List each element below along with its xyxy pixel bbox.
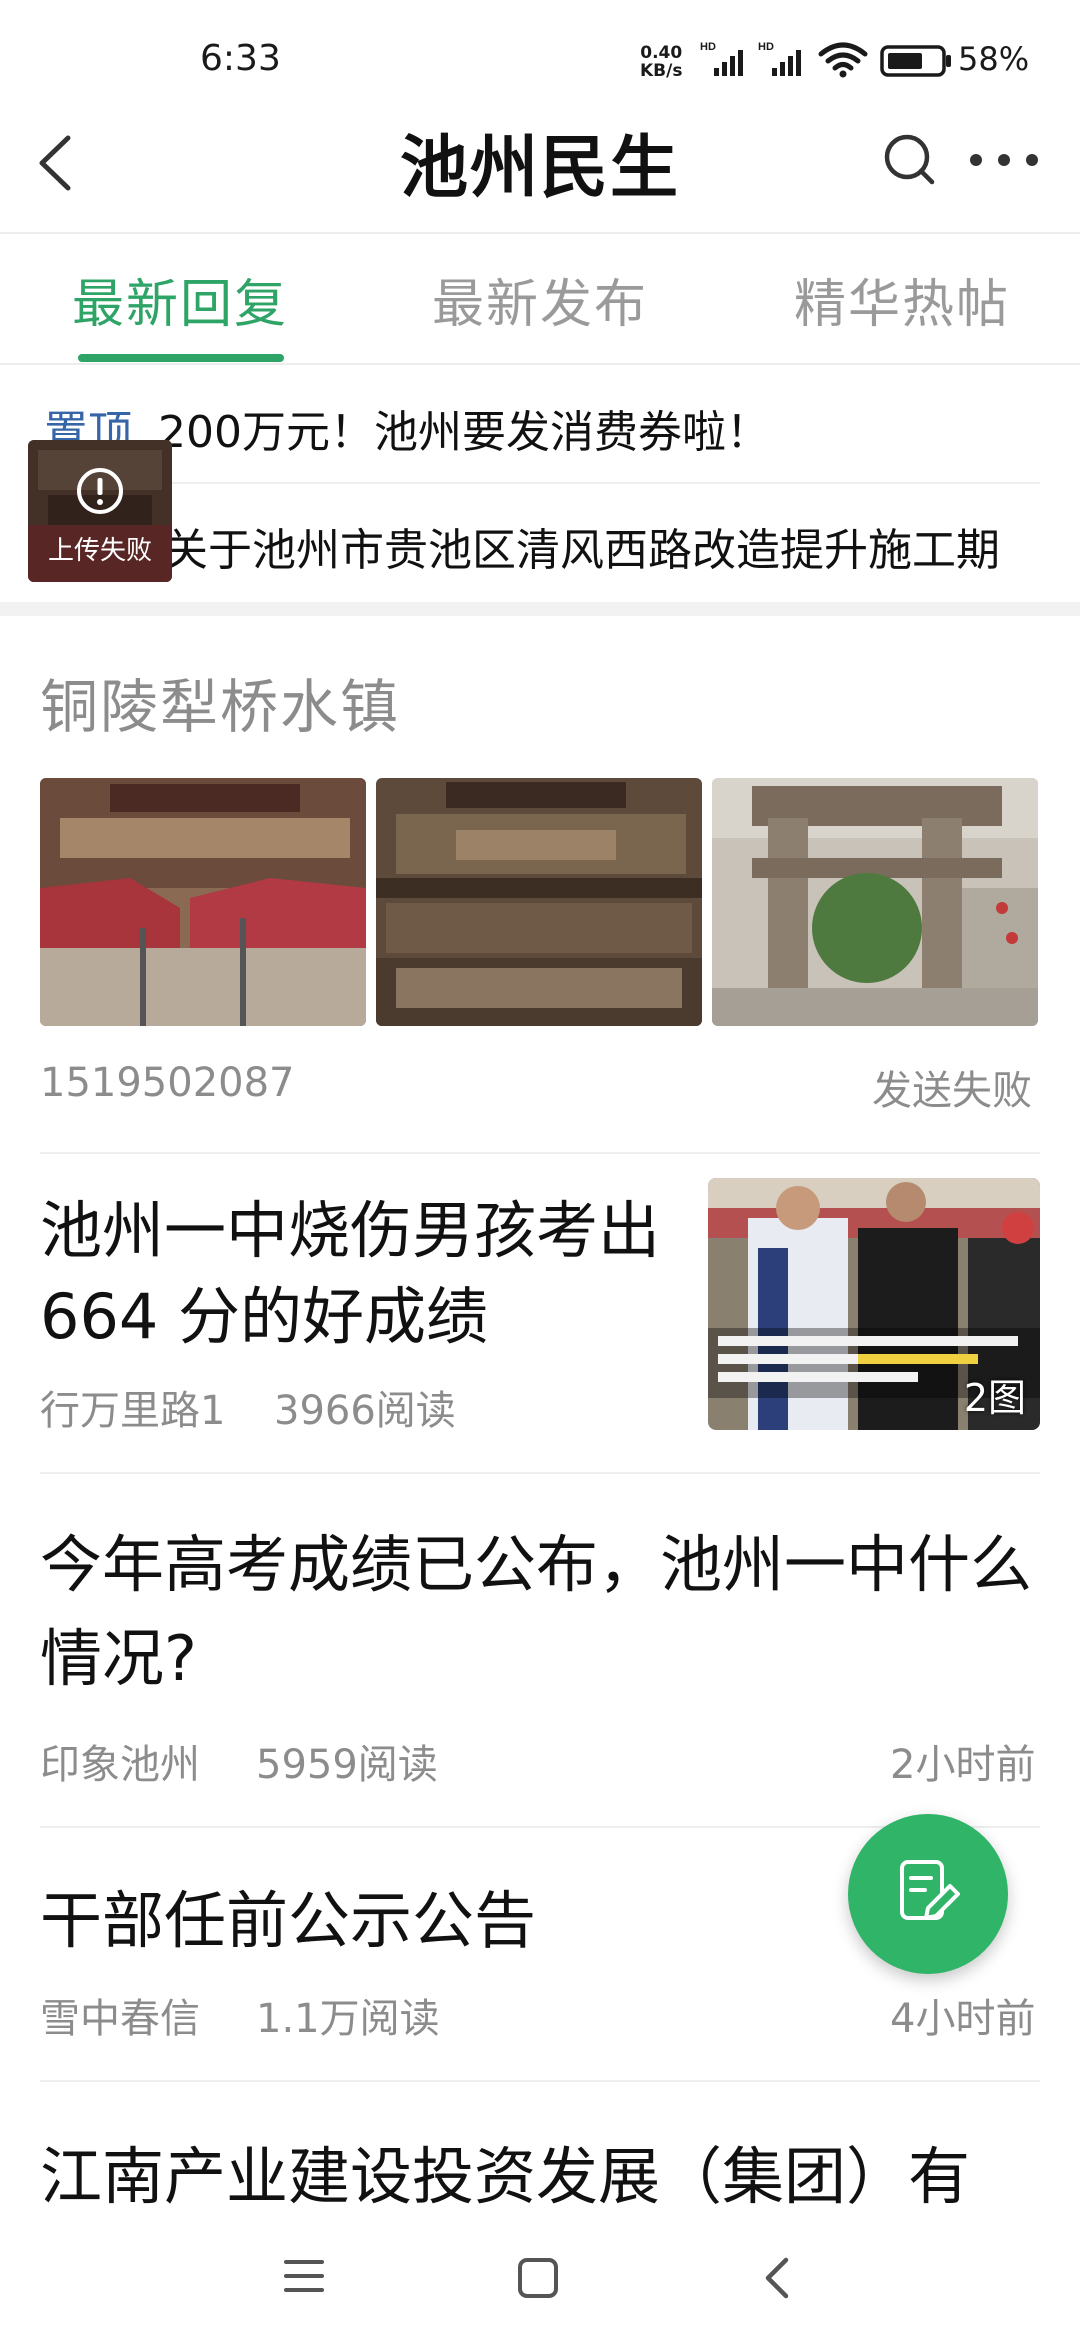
post-author[interactable]: 行万里路1 (40, 1378, 225, 1436)
post-read-count: 1.1万阅读 (256, 1996, 440, 2042)
system-nav-bar (0, 2220, 1080, 2340)
battery-icon (880, 45, 951, 77)
post-time: 4小时前 (890, 1996, 1036, 2042)
post-author[interactable]: 印象池州 (40, 1732, 200, 1790)
more-button[interactable] (966, 140, 1046, 180)
post-title[interactable]: 江南产业建设投资发展（集团）有 (40, 2126, 970, 2216)
tabs-divider (0, 363, 1080, 365)
network-speed: 0.40 KB/s (640, 44, 682, 80)
post-image-1-graphic (40, 778, 366, 1026)
row-divider (40, 2080, 1040, 2082)
row-divider (40, 1152, 1040, 1154)
post-image-3-graphic (712, 778, 1038, 1026)
post-image-3[interactable] (712, 778, 1038, 1026)
signal-icon: HD (700, 41, 743, 76)
upload-failed-thumbnail[interactable]: 上传失败 (28, 440, 172, 582)
edit-icon (900, 1860, 960, 1920)
post-read-count: 3966阅读 (274, 1388, 456, 1434)
upload-failed-text: 上传失败 (47, 536, 152, 566)
menu-icon[interactable] (282, 2256, 326, 2296)
post-read-count: 5959阅读 (256, 1742, 438, 1788)
header-divider (0, 232, 1080, 234)
post-title[interactable]: 今年高考成绩已公布，池州一中什么情况? (40, 1518, 1050, 1706)
post-image-1[interactable] (40, 778, 366, 1026)
svg-text:HD: HD (700, 41, 716, 53)
row-divider (40, 1472, 1040, 1474)
pinned-divider (40, 482, 1040, 484)
compose-button[interactable] (848, 1814, 1008, 1974)
pinned-item-2[interactable]: 关于池州市贵池区清风西路改造提升施工期 (164, 514, 1000, 578)
post-title[interactable]: 铜陵犁桥水镇 (40, 660, 400, 744)
alert-icon (77, 468, 123, 514)
svg-text:HD: HD (758, 41, 774, 53)
post-image-2[interactable] (376, 778, 702, 1026)
send-failed-status[interactable]: 发送失败 (872, 1058, 1032, 1116)
post-author[interactable]: 1519502087 (40, 1060, 295, 1106)
search-button[interactable] (880, 130, 940, 190)
search-icon (884, 134, 935, 185)
signal-icon-2: HD (758, 41, 801, 76)
network-speed-value: 0.40 (640, 43, 683, 63)
tab-featured[interactable]: 精华热帖 (794, 262, 1010, 337)
app-screen: 6:33 0.40 KB/s HD HD 58% 池州民生 最新回复 最新发布 … (0, 0, 1080, 2340)
post-title[interactable]: 干部任前公示公告 (40, 1870, 536, 1960)
post-image-2-graphic (376, 778, 702, 1026)
section-gap (0, 602, 1080, 616)
post-time: 2小时前 (890, 1742, 1036, 1788)
post-thumbnail[interactable]: 2图 (708, 1178, 1040, 1430)
back-nav-icon[interactable] (758, 2254, 798, 2302)
more-icon (970, 154, 1038, 166)
status-time: 6:33 (200, 38, 281, 79)
post-title[interactable]: 池州一中烧伤男孩考出 664 分的好成绩 (40, 1188, 680, 1360)
pinned-item-1[interactable]: 200万元！池州要发消费券啦！ (158, 396, 770, 460)
post-author[interactable]: 雪中春信 (40, 1986, 200, 2044)
network-speed-unit: KB/s (640, 61, 683, 81)
image-count-badge: 2图 (963, 1376, 1026, 1420)
tab-latest-reply[interactable]: 最新回复 (72, 262, 288, 337)
home-icon[interactable] (516, 2256, 560, 2300)
tab-latest-post[interactable]: 最新发布 (432, 262, 648, 337)
tab-indicator (78, 354, 284, 362)
wifi-icon (818, 42, 868, 78)
battery-percent: 58% (958, 40, 1030, 78)
status-bar: 6:33 0.40 KB/s HD HD 58% (0, 0, 1080, 110)
